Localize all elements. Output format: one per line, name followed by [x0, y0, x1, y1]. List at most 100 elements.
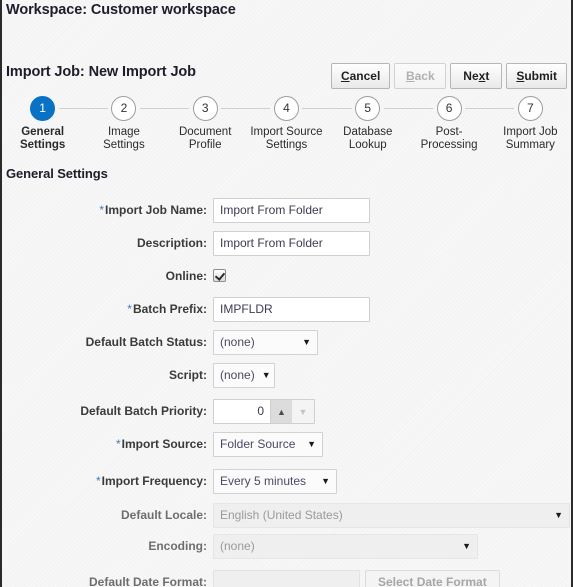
field-row-default-batch-priority: Default Batch Priority: 0 ▲ ▼: [2, 396, 571, 432]
wizard-stepper: 1 General Settings 2 Image Settings 3 Do…: [2, 96, 571, 166]
workspace-title: Workspace: Customer workspace: [6, 2, 236, 18]
submit-button-label: ubmit: [524, 69, 557, 83]
import-frequency-value: Every 5 minutes: [220, 474, 307, 488]
field-row-default-batch-status: Default Batch Status: (none) ▼: [2, 330, 571, 363]
field-row-script: Script: (none) ▼: [2, 363, 571, 396]
step-1-label: General Settings: [19, 126, 66, 151]
field-row-import-source: *Import Source: Folder Source ▼: [2, 432, 571, 467]
chevron-down-icon: ▼: [462, 541, 471, 551]
spinner-increment-up-icon[interactable]: ▲: [270, 400, 292, 423]
step-4-label: Import Source Settings: [250, 126, 323, 151]
import-source-label: *Import Source:: [115, 437, 207, 451]
import-source-value: Folder Source: [220, 437, 296, 451]
chevron-down-icon: ▼: [554, 510, 563, 520]
step-2-circle: 2: [111, 96, 137, 121]
step-connector-right: [58, 108, 84, 109]
step-5-circle: 5: [355, 96, 381, 121]
step-6-label: Post- Processing: [420, 126, 478, 151]
default-batch-status-control: (none) ▼: [213, 330, 318, 355]
default-batch-priority-label: Default Batch Priority:: [80, 404, 207, 418]
required-marker-icon: *: [115, 437, 121, 451]
default-batch-priority-spinner[interactable]: 0 ▲ ▼: [213, 399, 315, 424]
field-row-encoding: Encoding: (none) ▼: [2, 534, 571, 567]
script-select[interactable]: (none) ▼: [213, 363, 275, 388]
description-input[interactable]: Import From Folder: [213, 231, 370, 256]
default-locale-control: English (United States) ▼: [213, 503, 570, 528]
default-batch-status-value: (none): [220, 335, 255, 349]
script-control: (none) ▼: [213, 363, 275, 388]
stepper-step-3[interactable]: 3 Document Profile: [164, 96, 246, 152]
chevron-down-icon: ▼: [321, 476, 330, 486]
section-header: General Settings: [6, 166, 108, 181]
next-button[interactable]: Next: [450, 63, 503, 89]
stepper-step-4[interactable]: 4 Import Source Settings: [245, 96, 328, 152]
required-marker-icon: *: [99, 203, 104, 217]
required-marker-icon: *: [127, 302, 132, 316]
batch-prefix-label: *Batch Prefix:: [127, 302, 207, 316]
workspace-banner: Workspace: Customer workspace: [2, 0, 571, 22]
stepper-step-1[interactable]: 1 General Settings: [2, 96, 84, 152]
chevron-down-icon: ▼: [261, 370, 271, 380]
default-batch-status-select[interactable]: (none) ▼: [213, 330, 318, 355]
step-4-circle: 4: [273, 96, 299, 121]
encoding-select: (none) ▼: [213, 534, 478, 559]
chevron-down-icon: ▼: [302, 337, 311, 347]
batch-prefix-control: IMPFLDR: [213, 297, 370, 322]
required-marker-icon: *: [95, 474, 101, 488]
cancel-button[interactable]: Cancel: [330, 63, 391, 89]
step-connector-left: [164, 108, 190, 109]
script-label: Script:: [168, 368, 207, 382]
wizard-action-buttons: Cancel Back Next Submit: [330, 63, 567, 89]
step-7-circle: 7: [517, 96, 543, 121]
back-button: Back: [394, 63, 447, 89]
field-row-default-date-format: Default Date Format: Select Date Format: [2, 567, 571, 587]
page-title: Import Job: New Import Job: [6, 64, 196, 80]
submit-button[interactable]: Submit: [506, 63, 567, 89]
stepper-step-7[interactable]: 7 Import Job Summary: [489, 96, 571, 152]
step-3-label: Document Profile: [178, 126, 232, 151]
import-source-control: Folder Source ▼: [213, 432, 323, 457]
step-connector-left: [489, 108, 515, 109]
import-job-name-input[interactable]: Import From Folder: [213, 198, 370, 223]
encoding-label: Encoding:: [148, 539, 207, 553]
step-connector-right: [221, 108, 246, 109]
default-batch-priority-input[interactable]: 0: [214, 400, 270, 423]
import-job-wizard-page: Workspace: Customer workspace Import Job…: [0, 0, 573, 587]
description-label: Description:: [136, 236, 207, 250]
import-source-select[interactable]: Folder Source ▼: [213, 432, 323, 457]
stepper-step-5[interactable]: 5 Database Lookup: [327, 96, 409, 152]
step-connector-left: [408, 108, 434, 109]
description-control: Import From Folder: [213, 231, 370, 256]
general-settings-form: *Import Job Name: Import From Folder Des…: [2, 198, 571, 587]
import-job-name-control: Import From Folder: [213, 198, 370, 223]
spinner-decrement-down-icon[interactable]: ▼: [292, 400, 314, 423]
stepper-step-2[interactable]: 2 Image Settings: [83, 96, 165, 152]
script-value: (none): [220, 368, 255, 382]
next-button-label-pre: Ne: [463, 69, 479, 83]
default-date-format-label: Default Date Format:: [88, 575, 207, 587]
next-button-label-post: t: [485, 69, 490, 83]
step-connector-left: [327, 108, 352, 109]
step-connector-right: [302, 108, 328, 109]
batch-prefix-input[interactable]: IMPFLDR: [213, 297, 370, 322]
step-connector-left: [83, 108, 108, 109]
field-row-online: Online:: [2, 264, 571, 297]
online-control: [213, 264, 226, 282]
step-5-label: Database Lookup: [343, 126, 393, 151]
import-frequency-control: Every 5 minutes ▼: [213, 469, 337, 494]
online-checkbox[interactable]: [213, 269, 226, 282]
step-connector-right: [383, 108, 409, 109]
step-1-circle: 1: [30, 96, 56, 121]
cancel-button-label: ancel: [349, 69, 381, 83]
import-frequency-label: *Import Frequency:: [95, 474, 207, 488]
stepper-step-6[interactable]: 6 Post- Processing: [408, 96, 490, 152]
default-locale-select: English (United States) ▼: [213, 503, 570, 528]
step-7-label: Import Job Summary: [503, 126, 558, 151]
default-batch-priority-control: 0 ▲ ▼: [213, 399, 315, 424]
import-job-name-label: *Import Job Name:: [99, 203, 207, 217]
default-date-format-input: [213, 570, 360, 587]
step-6-circle: 6: [436, 96, 462, 121]
step-connector-right: [139, 108, 165, 109]
field-row-batch-prefix: *Batch Prefix: IMPFLDR: [2, 297, 571, 330]
import-frequency-select[interactable]: Every 5 minutes ▼: [213, 469, 337, 494]
